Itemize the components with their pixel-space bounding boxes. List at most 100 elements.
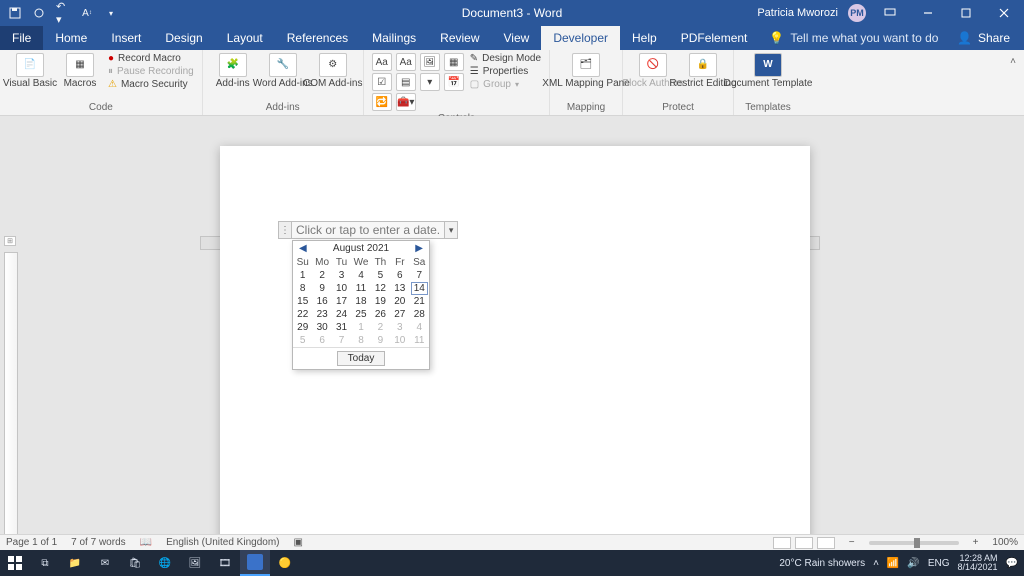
tab-view[interactable]: View xyxy=(492,26,542,50)
calendar-day[interactable]: 7 xyxy=(410,269,429,282)
task-view-icon[interactable]: ⧉ xyxy=(30,550,60,576)
tab-home[interactable]: Home xyxy=(43,26,99,50)
calendar-day[interactable]: 24 xyxy=(332,308,351,321)
tab-layout[interactable]: Layout xyxy=(215,26,275,50)
taskbar-word-icon[interactable] xyxy=(240,550,270,576)
calendar-next-icon[interactable]: ▶ xyxy=(413,243,425,254)
ribbon-options-icon[interactable] xyxy=(876,0,904,26)
ruler-corner[interactable]: ⊞ xyxy=(4,236,16,246)
taskbar-filmora-icon[interactable]: 🎞 xyxy=(210,550,240,576)
dropdown-content-control-icon[interactable]: ▾ xyxy=(420,73,440,91)
addins-button[interactable]: 🧩Add-ins xyxy=(211,53,255,90)
web-layout-icon[interactable] xyxy=(817,537,835,549)
record-macro-button[interactable]: ●Record Macro xyxy=(108,53,194,64)
calendar-day[interactable]: 31 xyxy=(332,321,351,334)
calendar-day[interactable]: 2 xyxy=(312,269,331,282)
share-button[interactable]: 👤 Share xyxy=(943,26,1024,50)
calendar-day[interactable]: 9 xyxy=(312,282,331,295)
calendar-day[interactable]: 8 xyxy=(351,334,370,347)
calendar-day[interactable]: 6 xyxy=(390,269,409,282)
calendar-day[interactable]: 1 xyxy=(351,321,370,334)
calendar-day[interactable]: 8 xyxy=(293,282,312,295)
com-addins-button[interactable]: ⚙COM Add-ins xyxy=(311,53,355,90)
calendar-day[interactable]: 26 xyxy=(371,308,390,321)
legacy-tools-icon[interactable]: 🧰▾ xyxy=(396,93,416,111)
tell-me[interactable]: 💡 Tell me what you want to do xyxy=(769,26,938,50)
calendar-day[interactable]: 5 xyxy=(371,269,390,282)
calendar-day[interactable]: 9 xyxy=(371,334,390,347)
calendar-day[interactable]: 25 xyxy=(351,308,370,321)
calendar-day[interactable]: 15 xyxy=(293,295,312,308)
tab-references[interactable]: References xyxy=(275,26,360,50)
macros-button[interactable]: ▦ Macros xyxy=(58,53,102,90)
taskbar-mail-icon[interactable]: ✉ xyxy=(90,550,120,576)
action-center-icon[interactable]: 💬 xyxy=(1006,558,1018,569)
status-page[interactable]: Page 1 of 1 xyxy=(6,537,57,548)
tray-volume-icon[interactable]: 🔊 xyxy=(907,558,919,569)
visual-basic-button[interactable]: 📄 Visual Basic xyxy=(8,53,52,90)
tab-pdfelement[interactable]: PDFelement xyxy=(669,26,760,50)
restrict-editing-button[interactable]: 🔒Restrict Editing xyxy=(681,53,725,90)
calendar-day[interactable]: 11 xyxy=(351,282,370,295)
status-language[interactable]: English (United Kingdom) xyxy=(166,537,279,548)
tab-file[interactable]: File xyxy=(0,26,43,50)
calendar-day[interactable]: 2 xyxy=(371,321,390,334)
taskbar-store-icon[interactable]: 🛍 xyxy=(120,550,150,576)
calendar-day[interactable]: 3 xyxy=(390,321,409,334)
calendar-day[interactable]: 16 xyxy=(312,295,331,308)
design-mode-button[interactable]: ✎Design Mode xyxy=(470,53,541,64)
calendar-day[interactable]: 18 xyxy=(351,295,370,308)
zoom-slider[interactable] xyxy=(869,541,959,545)
calendar-day[interactable]: 27 xyxy=(390,308,409,321)
calendar-day[interactable]: 13 xyxy=(390,282,409,295)
calendar-day[interactable]: 12 xyxy=(371,282,390,295)
calendar-day[interactable]: 30 xyxy=(312,321,331,334)
calendar-day[interactable]: 3 xyxy=(332,269,351,282)
read-mode-icon[interactable] xyxy=(773,537,791,549)
xml-mapping-button[interactable]: 🗂XML Mapping Pane xyxy=(558,53,614,90)
taskbar-photos-icon[interactable]: 🖼 xyxy=(180,550,210,576)
tab-design[interactable]: Design xyxy=(153,26,214,50)
macro-status-icon[interactable]: ▣ xyxy=(293,537,302,548)
calendar-day[interactable]: 20 xyxy=(390,295,409,308)
qat-sync-icon[interactable] xyxy=(32,6,46,20)
tab-mailings[interactable]: Mailings xyxy=(360,26,428,50)
maximize-icon[interactable] xyxy=(952,0,980,26)
calendar-day[interactable]: 4 xyxy=(410,321,429,334)
qat-customize-icon[interactable]: ▾ xyxy=(104,6,118,20)
tab-help[interactable]: Help xyxy=(620,26,669,50)
richtext-content-control-icon[interactable]: Aa xyxy=(372,53,392,71)
macro-security-button[interactable]: ⚠Macro Security xyxy=(108,79,194,90)
calendar-day[interactable]: 23 xyxy=(312,308,331,321)
taskbar-edge-icon[interactable]: 🌐 xyxy=(150,550,180,576)
minimize-icon[interactable] xyxy=(914,0,942,26)
start-button[interactable] xyxy=(0,550,30,576)
calendar-prev-icon[interactable]: ◀ xyxy=(297,243,309,254)
taskbar-chrome-icon[interactable]: 🟡 xyxy=(270,550,300,576)
properties-button[interactable]: ☰Properties xyxy=(470,66,541,77)
close-icon[interactable] xyxy=(990,0,1018,26)
document-template-button[interactable]: WDocument Template xyxy=(742,53,794,90)
vertical-ruler[interactable] xyxy=(4,252,18,534)
spellcheck-icon[interactable]: 📖 xyxy=(140,537,152,548)
tray-wifi-icon[interactable]: 📶 xyxy=(887,558,899,569)
calendar-day[interactable]: 17 xyxy=(332,295,351,308)
date-content-control-icon[interactable]: 📅 xyxy=(444,73,464,91)
calendar-day[interactable]: 10 xyxy=(332,282,351,295)
tab-review[interactable]: Review xyxy=(428,26,491,50)
tray-language[interactable]: ENG xyxy=(928,558,950,569)
calendar-day[interactable]: 19 xyxy=(371,295,390,308)
calendar-day[interactable]: 4 xyxy=(351,269,370,282)
plaintext-content-control-icon[interactable]: Aa xyxy=(396,53,416,71)
buildingblock-content-control-icon[interactable]: ▦ xyxy=(444,53,464,71)
undo-icon[interactable]: ↶ ▾ xyxy=(56,6,70,20)
taskbar-explorer-icon[interactable]: 📁 xyxy=(60,550,90,576)
calendar-day[interactable]: 14 xyxy=(410,282,429,295)
calendar-day[interactable]: 28 xyxy=(410,308,429,321)
save-icon[interactable] xyxy=(8,6,22,20)
date-placeholder[interactable]: Click or tap to enter a date. xyxy=(292,221,444,239)
calendar-title[interactable]: August 2021 xyxy=(333,243,389,254)
checkbox-content-control-icon[interactable]: ☑ xyxy=(372,73,392,91)
calendar-day[interactable]: 5 xyxy=(293,334,312,347)
date-dropdown-icon[interactable]: ▾ xyxy=(444,221,458,239)
